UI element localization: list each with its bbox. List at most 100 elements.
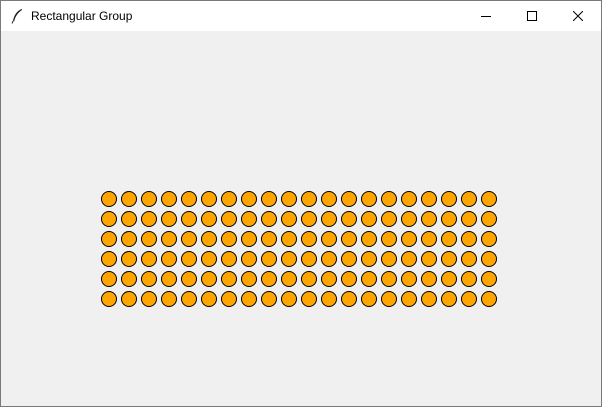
grid-dot: [381, 231, 397, 247]
grid-dot: [301, 291, 317, 307]
maximize-icon: [527, 11, 537, 21]
grid-dot: [441, 191, 457, 207]
grid-dot: [321, 291, 337, 307]
grid-dot: [241, 191, 257, 207]
grid-dot: [161, 271, 177, 287]
grid-dot: [381, 211, 397, 227]
grid-dot: [321, 271, 337, 287]
grid-dot: [181, 211, 197, 227]
grid-dot: [161, 231, 177, 247]
grid-dot: [141, 211, 157, 227]
grid-dot: [221, 251, 237, 267]
grid-dot: [481, 251, 497, 267]
grid-dot: [361, 231, 377, 247]
grid-dot: [401, 251, 417, 267]
grid-dot: [161, 251, 177, 267]
grid-dot: [181, 191, 197, 207]
grid-dot: [241, 271, 257, 287]
grid-dot: [121, 231, 137, 247]
grid-dot: [121, 251, 137, 267]
grid-dot: [201, 291, 217, 307]
grid-dot: [181, 291, 197, 307]
grid-dot: [341, 211, 357, 227]
grid-dot: [301, 211, 317, 227]
grid-dot: [341, 291, 357, 307]
grid-dot: [421, 231, 437, 247]
grid-dot: [461, 251, 477, 267]
grid-dot: [181, 251, 197, 267]
grid-dot: [101, 231, 117, 247]
grid-dot: [381, 251, 397, 267]
grid-dot: [201, 191, 217, 207]
grid-dot: [121, 191, 137, 207]
grid-dot: [181, 271, 197, 287]
grid-dot: [261, 231, 277, 247]
grid-dot: [421, 271, 437, 287]
grid-dot: [241, 251, 257, 267]
minimize-icon: [481, 11, 491, 21]
grid-dot: [481, 191, 497, 207]
grid-dot: [241, 231, 257, 247]
close-button[interactable]: [555, 1, 601, 31]
grid-dot: [481, 291, 497, 307]
grid-dot: [141, 271, 157, 287]
grid-dot: [321, 211, 337, 227]
grid-dot: [101, 291, 117, 307]
grid-dot: [461, 291, 477, 307]
grid-dot: [101, 251, 117, 267]
grid-dot: [121, 291, 137, 307]
grid-dot: [161, 291, 177, 307]
grid-dot: [321, 231, 337, 247]
grid-dot: [441, 291, 457, 307]
grid-dot: [121, 271, 137, 287]
app-window: Rectangular Group: [0, 0, 602, 407]
grid-dot: [401, 291, 417, 307]
grid-dot: [401, 211, 417, 227]
grid-dot: [481, 231, 497, 247]
grid-dot: [101, 191, 117, 207]
grid-dot: [481, 271, 497, 287]
grid-dot: [401, 271, 417, 287]
grid-dot: [381, 291, 397, 307]
grid-dot: [441, 211, 457, 227]
grid-dot: [381, 191, 397, 207]
window-title: Rectangular Group: [31, 9, 133, 23]
grid-dot: [281, 211, 297, 227]
grid-dot: [341, 251, 357, 267]
grid-dot: [141, 231, 157, 247]
title-bar[interactable]: Rectangular Group: [1, 1, 601, 31]
grid-dot: [141, 251, 157, 267]
grid-dot: [261, 291, 277, 307]
minimize-button[interactable]: [463, 1, 509, 31]
grid-dot: [341, 231, 357, 247]
grid-dot: [221, 191, 237, 207]
grid-dot: [461, 231, 477, 247]
grid-dot: [141, 291, 157, 307]
grid-dot: [481, 211, 497, 227]
grid-dot: [181, 231, 197, 247]
grid-dot: [301, 271, 317, 287]
grid-dot: [221, 271, 237, 287]
grid-dot: [461, 211, 477, 227]
grid-dot: [281, 231, 297, 247]
grid-dot: [341, 191, 357, 207]
drawing-canvas: [1, 31, 601, 406]
grid-dot: [161, 191, 177, 207]
grid-dot: [401, 191, 417, 207]
grid-dot: [121, 211, 137, 227]
grid-dot: [421, 191, 437, 207]
grid-dot: [361, 271, 377, 287]
grid-dot: [101, 271, 117, 287]
grid-dot: [321, 191, 337, 207]
grid-dot: [201, 231, 217, 247]
grid-dot: [421, 211, 437, 227]
grid-dot: [281, 191, 297, 207]
grid-dot: [321, 251, 337, 267]
maximize-button[interactable]: [509, 1, 555, 31]
grid-dot: [281, 291, 297, 307]
grid-dot: [441, 271, 457, 287]
grid-dot: [221, 231, 237, 247]
grid-dot: [241, 291, 257, 307]
grid-dot: [341, 271, 357, 287]
grid-dot: [281, 251, 297, 267]
